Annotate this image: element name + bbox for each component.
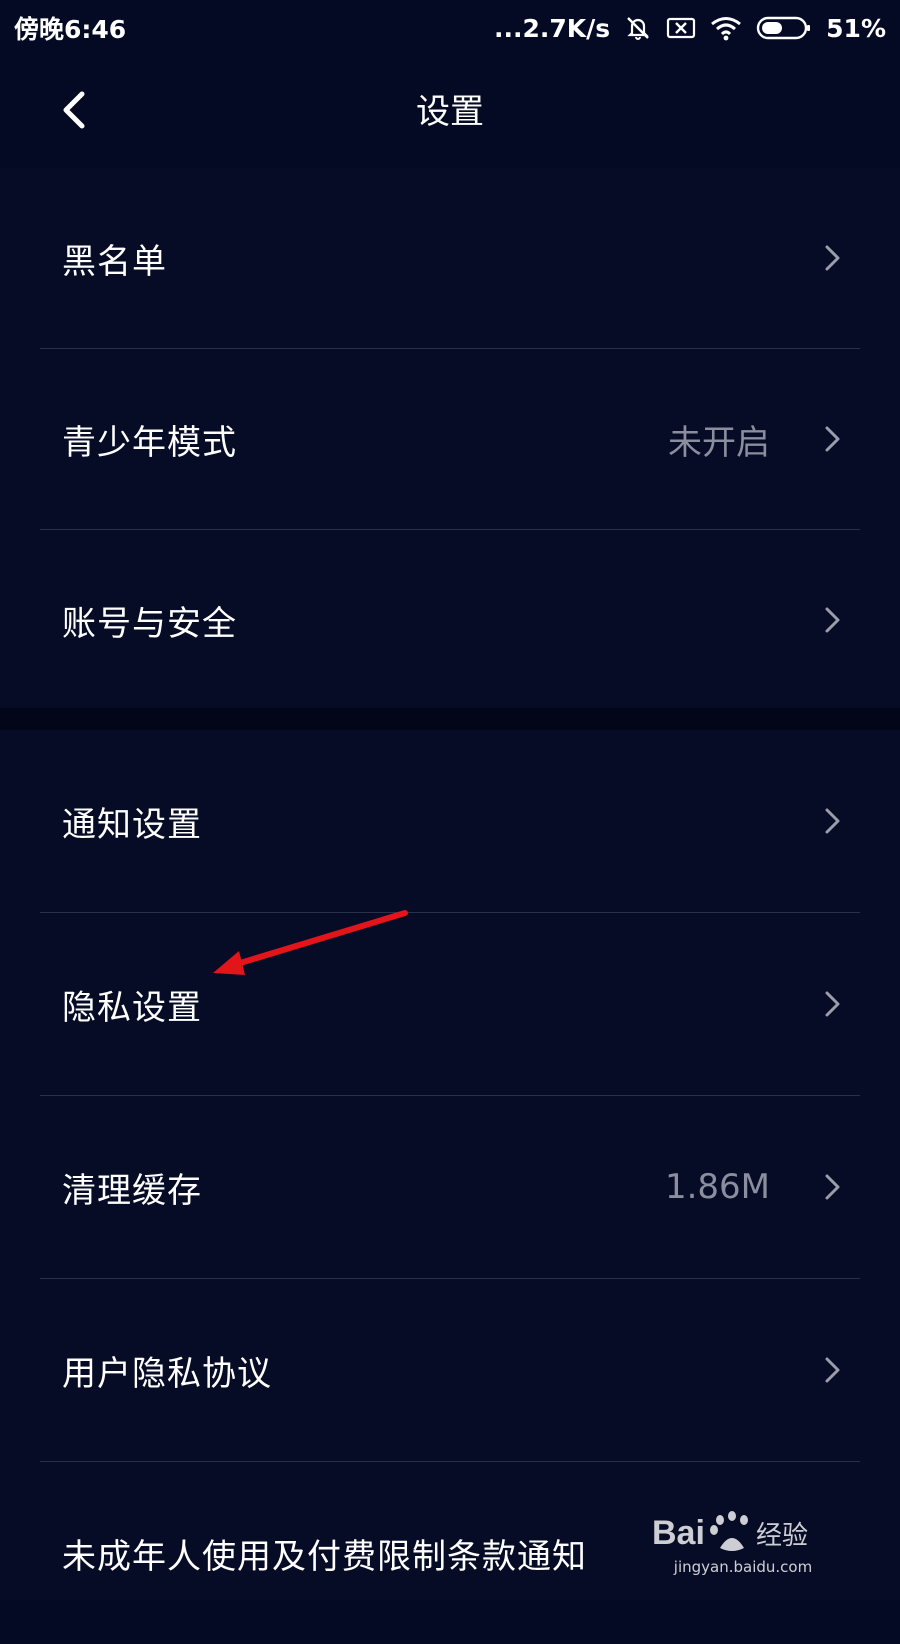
status-bar: 傍晚6:46 ...2.7K/s 51%	[0, 0, 900, 56]
settings-row-teen-mode[interactable]: 青少年模式 未开启	[40, 349, 860, 530]
settings-row-notifications[interactable]: 通知设置	[40, 730, 860, 913]
battery-icon	[756, 15, 812, 41]
row-label: 账号与安全	[62, 603, 237, 644]
row-label: 青少年模式	[62, 422, 237, 463]
settings-group-account: 黑名单 青少年模式 未开启 账号与安全	[0, 168, 900, 708]
settings-row-privacy[interactable]: 隐私设置	[40, 913, 860, 1096]
page-title: 设置	[416, 92, 484, 132]
back-button[interactable]	[48, 80, 98, 140]
row-label: 隐私设置	[62, 987, 202, 1028]
wifi-icon	[710, 15, 742, 41]
chevron-right-icon	[818, 1173, 846, 1201]
chevron-right-icon	[818, 807, 846, 835]
back-chevron-icon	[63, 91, 85, 129]
chevron-right-icon	[818, 606, 846, 634]
status-icons: ...2.7K/s 51%	[494, 14, 886, 43]
sim-x-icon	[666, 16, 696, 40]
row-label: 用户隐私协议	[62, 1353, 272, 1394]
row-value: 未开启	[668, 422, 770, 463]
app-header: 设置	[0, 56, 900, 168]
settings-row-minor-payment-terms[interactable]: 未成年人使用及付费限制条款通知	[40, 1462, 860, 1644]
network-speed: ...2.7K/s	[493, 13, 611, 43]
chevron-right-icon	[818, 244, 846, 272]
row-value: 1.86M	[664, 1167, 770, 1207]
battery-percent: 51%	[826, 13, 886, 43]
row-label: 清理缓存	[62, 1170, 202, 1211]
chevron-right-icon	[818, 990, 846, 1018]
row-label: 黑名单	[62, 241, 167, 282]
group-separator	[0, 708, 900, 730]
mute-bell-icon	[624, 14, 652, 42]
chevron-right-icon	[818, 425, 846, 453]
row-label: 通知设置	[62, 804, 202, 845]
settings-row-clear-cache[interactable]: 清理缓存 1.86M	[40, 1096, 860, 1279]
status-time: 傍晚6:46	[14, 15, 127, 44]
chevron-right-icon	[818, 1356, 846, 1384]
settings-row-privacy-agreement[interactable]: 用户隐私协议	[40, 1279, 860, 1462]
settings-row-blacklist[interactable]: 黑名单	[40, 168, 860, 349]
settings-row-account-security[interactable]: 账号与安全	[40, 530, 860, 710]
row-label: 未成年人使用及付费限制条款通知	[62, 1536, 587, 1577]
settings-group-general: 通知设置 隐私设置 清理缓存 1.86M 用户隐私协议 未成年人使用及付费限制条…	[0, 730, 900, 1600]
